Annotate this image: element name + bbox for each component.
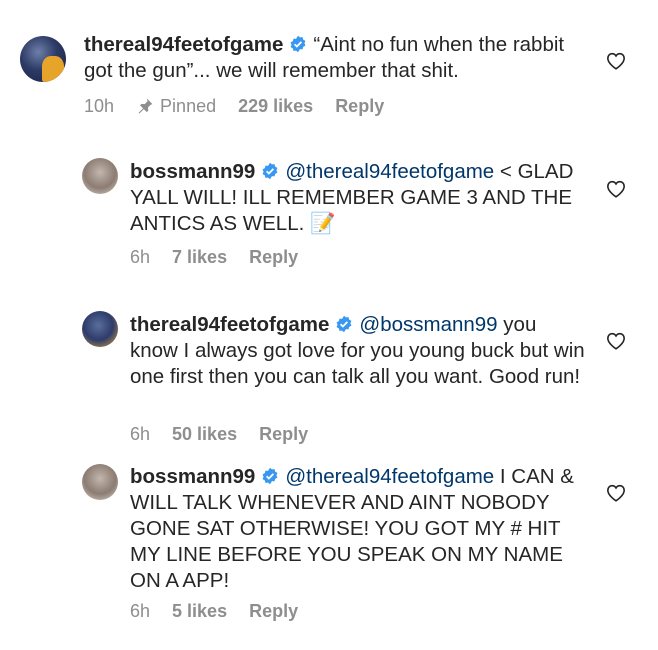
pinned-label: Pinned bbox=[136, 96, 216, 116]
mention-link[interactable]: @thereal94feetofgame bbox=[285, 160, 494, 183]
timestamp: 6h bbox=[130, 424, 151, 444]
comment-text: thereal94feetofgame @bossmann99 you know … bbox=[130, 312, 585, 390]
heart-outline-icon[interactable] bbox=[606, 52, 626, 70]
comment-meta: 6h 5 likes Reply bbox=[130, 601, 320, 622]
username[interactable]: bossmann99 bbox=[130, 160, 255, 183]
like-count[interactable]: 7 likes bbox=[172, 247, 227, 267]
reply-button[interactable]: Reply bbox=[259, 424, 308, 444]
avatar[interactable] bbox=[82, 311, 118, 347]
comment-meta: 6h 50 likes Reply bbox=[130, 424, 330, 445]
verified-badge-icon bbox=[262, 162, 278, 180]
comment-text: thereal94feetofgame “Aint no fun when the… bbox=[84, 32, 594, 84]
verified-badge-icon bbox=[290, 35, 306, 53]
avatar[interactable] bbox=[20, 36, 66, 82]
like-count[interactable]: 5 likes bbox=[172, 601, 227, 621]
mention-link[interactable]: @bossmann99 bbox=[359, 313, 497, 336]
avatar[interactable] bbox=[82, 464, 118, 500]
comment-text: bossmann99 @thereal94feetofgame < GLAD YA… bbox=[130, 159, 580, 237]
heart-outline-icon[interactable] bbox=[606, 332, 626, 350]
like-count[interactable]: 229 likes bbox=[238, 96, 313, 116]
comment-meta: 10h Pinned 229 likes Reply bbox=[84, 96, 406, 117]
verified-badge-icon bbox=[262, 467, 278, 485]
username[interactable]: thereal94feetofgame bbox=[130, 313, 329, 336]
mention-link[interactable]: @thereal94feetofgame bbox=[285, 465, 494, 488]
verified-badge-icon bbox=[336, 315, 352, 333]
timestamp: 6h bbox=[130, 247, 151, 267]
username[interactable]: thereal94feetofgame bbox=[84, 33, 283, 56]
heart-outline-icon[interactable] bbox=[606, 484, 626, 502]
reply-button[interactable]: Reply bbox=[249, 247, 298, 267]
avatar[interactable] bbox=[82, 158, 118, 194]
timestamp: 10h bbox=[84, 96, 115, 116]
timestamp: 6h bbox=[130, 601, 151, 621]
reply-button[interactable]: Reply bbox=[335, 96, 384, 116]
like-count[interactable]: 50 likes bbox=[172, 424, 237, 444]
heart-outline-icon[interactable] bbox=[606, 180, 626, 198]
pin-icon bbox=[138, 98, 153, 114]
reply-button[interactable]: Reply bbox=[249, 601, 298, 621]
comment-text: bossmann99 @thereal94feetofgame I CAN & W… bbox=[130, 464, 580, 594]
comment-meta: 6h 7 likes Reply bbox=[130, 247, 320, 268]
username[interactable]: bossmann99 bbox=[130, 465, 255, 488]
